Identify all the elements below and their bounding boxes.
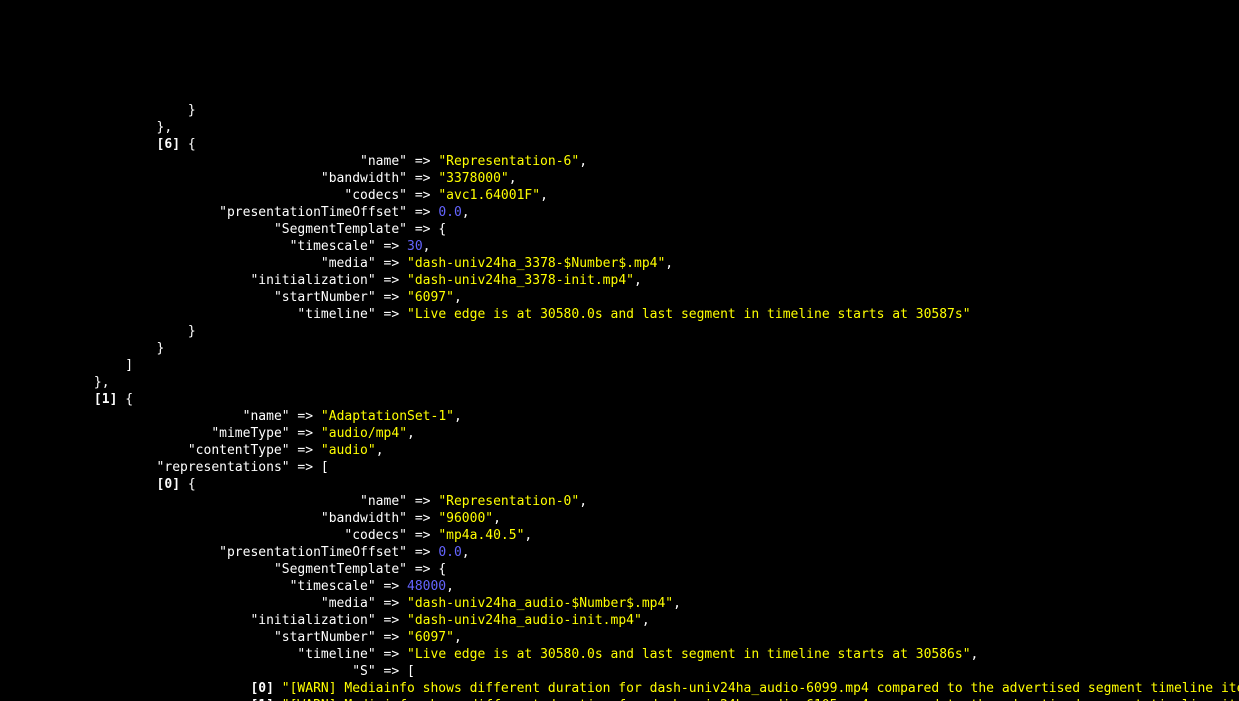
rep6-media: "dash-univ24ha_3378-$Number$.mp4" [407, 256, 665, 271]
key-reps: "representations" [157, 460, 290, 475]
terminal-output: } }, [6] { "name" => "Representation-6",… [0, 85, 1239, 701]
open-brace: { [188, 137, 196, 152]
key-codecs: "codecs" [344, 528, 407, 543]
key-codecs: "codecs" [344, 188, 407, 203]
brace-close: } [157, 341, 165, 356]
bracket-close: ] [125, 358, 133, 373]
rep0-pto: 0.0 [438, 545, 461, 560]
key-startnum: "startNumber" [274, 630, 376, 645]
line [0, 137, 157, 152]
key-timeline: "timeline" [297, 307, 375, 322]
key-timeline: "timeline" [297, 647, 375, 662]
key-mimetype: "mimeType" [211, 426, 289, 441]
key-pto: "presentationTimeOffset" [219, 205, 407, 220]
brace [0, 103, 188, 118]
rep0-startnum: "6097" [407, 630, 454, 645]
key-bandwidth: "bandwidth" [321, 171, 407, 186]
rep6-init: "dash-univ24ha_3378-init.mp4" [407, 273, 634, 288]
key-media: "media" [321, 596, 376, 611]
rep0-media: "dash-univ24ha_audio-$Number$.mp4" [407, 596, 673, 611]
rep6-name: "Representation-6" [438, 154, 579, 169]
brace-close: }, [157, 120, 173, 135]
key-timescale: "timescale" [290, 239, 376, 254]
key-init: "initialization" [250, 613, 375, 628]
rep6-codecs: "avc1.64001F" [438, 188, 540, 203]
key-startnum: "startNumber" [274, 290, 376, 305]
key-contenttype: "contentType" [188, 443, 290, 458]
index-0: [0] [250, 681, 273, 696]
index-0: [0] [157, 477, 180, 492]
brace-close: } [188, 103, 196, 118]
as1-contenttype: "audio" [321, 443, 376, 458]
rep0-timescale: 48000 [407, 579, 446, 594]
as1-mimetype: "audio/mp4" [321, 426, 407, 441]
rep6-timeline: "Live edge is at 30580.0s and last segme… [407, 307, 971, 322]
rep0-timeline: "Live edge is at 30580.0s and last segme… [407, 647, 971, 662]
key-pto: "presentationTimeOffset" [219, 545, 407, 560]
key-bandwidth: "bandwidth" [321, 511, 407, 526]
rep0-init: "dash-univ24ha_audio-init.mp4" [407, 613, 642, 628]
key-timescale: "timescale" [290, 579, 376, 594]
rep0-bandwidth: "96000" [438, 511, 493, 526]
rep6-timescale: 30 [407, 239, 423, 254]
key-name: "name" [243, 409, 290, 424]
brace [0, 120, 157, 135]
warn-0: "[WARN] Mediainfo shows different durati… [282, 681, 1239, 696]
key-segtpl: "SegmentTemplate" [274, 562, 407, 577]
index-6: [6] [157, 137, 180, 152]
key-S: "S" [352, 664, 375, 679]
key-name: "name" [360, 154, 407, 169]
rep0-codecs: "mp4a.40.5" [438, 528, 524, 543]
index-1: [1] [94, 392, 117, 407]
rep0-name: "Representation-0" [438, 494, 579, 509]
key-media: "media" [321, 256, 376, 271]
warn-1: "[WARN] Mediainfo shows different durati… [282, 698, 1239, 701]
rep6-bandwidth: "3378000" [438, 171, 508, 186]
brace-close: }, [94, 375, 110, 390]
rep6-pto: 0.0 [438, 205, 461, 220]
as1-name: "AdaptationSet-1" [321, 409, 454, 424]
index-1: [1] [250, 698, 273, 701]
brace-close: } [188, 324, 196, 339]
rep6-startnum: "6097" [407, 290, 454, 305]
key-segtpl: "SegmentTemplate" [274, 222, 407, 237]
key-init: "initialization" [250, 273, 375, 288]
key-name: "name" [360, 494, 407, 509]
